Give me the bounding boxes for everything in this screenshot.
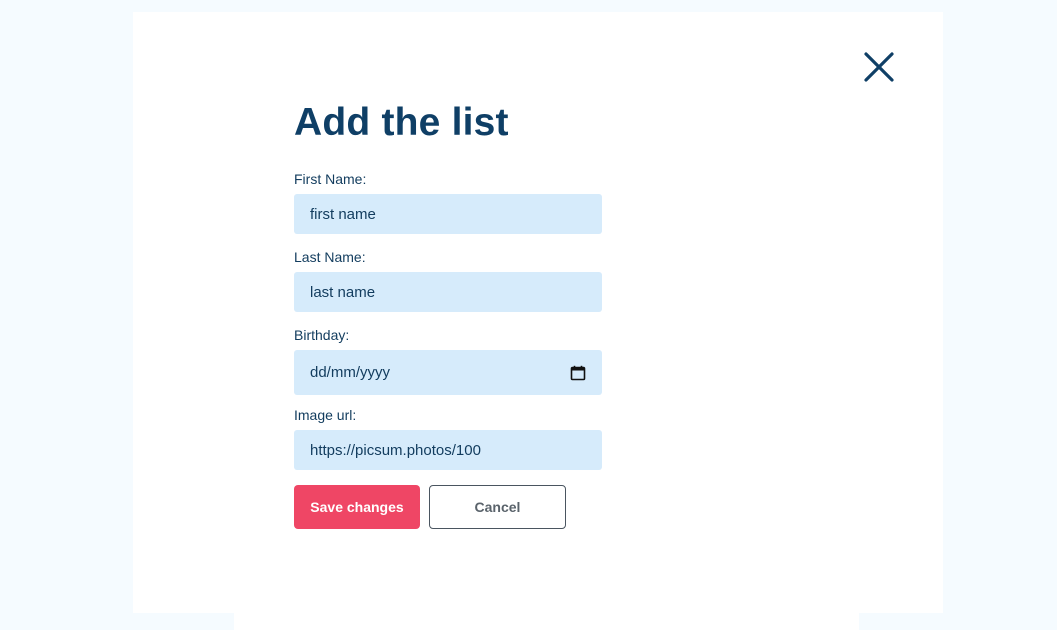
- birthday-placeholder: dd/mm/yyyy: [310, 364, 391, 381]
- add-list-modal: Add the list First Name: Last Name: Birt…: [133, 12, 943, 613]
- first-name-input[interactable]: [294, 194, 602, 234]
- backdrop-strip: [234, 613, 859, 630]
- calendar-icon[interactable]: [570, 365, 586, 381]
- image-url-label: Image url:: [294, 407, 357, 423]
- birthday-label: Birthday:: [294, 327, 350, 343]
- add-list-form: Add the list First Name: Last Name: Birt…: [294, 98, 614, 529]
- birthday-input[interactable]: dd/mm/yyyy: [294, 350, 602, 395]
- last-name-input[interactable]: [294, 272, 602, 312]
- close-button[interactable]: [860, 48, 898, 86]
- cancel-button[interactable]: Cancel: [429, 485, 566, 529]
- modal-title: Add the list: [294, 101, 509, 144]
- last-name-label: Last Name:: [294, 249, 366, 265]
- image-url-input[interactable]: [294, 430, 602, 470]
- save-changes-button[interactable]: Save changes: [294, 485, 420, 529]
- form-actions: Save changes Cancel: [294, 485, 614, 529]
- close-icon: [864, 52, 894, 82]
- first-name-label: First Name:: [294, 171, 367, 187]
